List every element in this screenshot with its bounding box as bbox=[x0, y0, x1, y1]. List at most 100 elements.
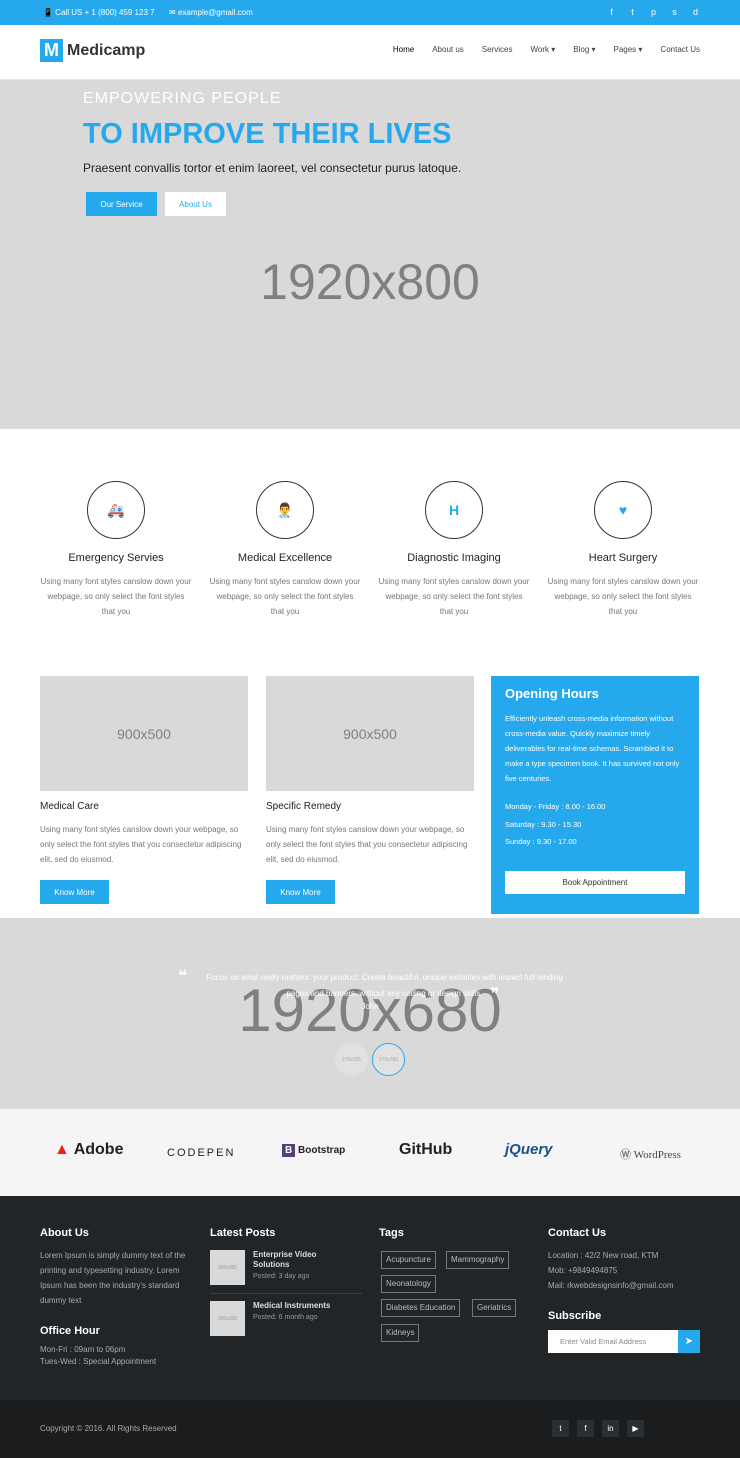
top-social-links: f t p s d bbox=[607, 6, 700, 18]
nav-home[interactable]: Home bbox=[393, 45, 414, 54]
brand-wordpress: Ⓦ WordPress bbox=[620, 1146, 681, 1162]
card-image-placeholder: 900x500 bbox=[40, 676, 248, 791]
subscribe-email-input[interactable]: Enter Valid Email Address bbox=[548, 1330, 678, 1353]
post-divider bbox=[210, 1293, 362, 1294]
footer-office-title: Office Hour bbox=[40, 1325, 100, 1337]
about-us-button[interactable]: About Us bbox=[165, 192, 226, 216]
testimonial-author: John bbox=[361, 1002, 379, 1011]
nav-about[interactable]: About us bbox=[432, 45, 464, 54]
logo-text: Medicamp bbox=[67, 41, 146, 59]
tag-link[interactable]: Geriatrics bbox=[472, 1299, 517, 1317]
hero-headline: TO IMPROVE THEIR LIVES bbox=[83, 118, 452, 150]
book-appointment-button[interactable]: Book Appointment bbox=[505, 871, 685, 894]
site-logo[interactable]: M Medicamp bbox=[40, 39, 145, 62]
feature-title: Emergency Servies bbox=[68, 552, 164, 564]
nav-work[interactable]: Work ▾ bbox=[530, 45, 555, 54]
our-service-button[interactable]: Our Service bbox=[86, 192, 157, 216]
top-bar: 📱 Call US + 1 (800) 459 123 7 ✉ example@… bbox=[0, 0, 740, 25]
feature-item: ♥ Heart Surgery Using many font styles c… bbox=[547, 481, 699, 619]
contact-location: Location : 42/2 New road, KTM bbox=[548, 1251, 659, 1260]
tag-link[interactable]: Diabetes Education bbox=[381, 1299, 461, 1317]
opening-hours-title: Opening Hours bbox=[505, 686, 599, 701]
post-thumbnail: 200x200 bbox=[210, 1301, 245, 1336]
footer-about-title: About Us bbox=[40, 1227, 89, 1239]
tag-link[interactable]: Neonatology bbox=[381, 1275, 436, 1293]
linkedin-icon[interactable]: in bbox=[602, 1420, 619, 1437]
service-card: 900x500 Medical Care Using many font sty… bbox=[40, 676, 248, 867]
main-navbar: M Medicamp Home About us Services Work ▾… bbox=[0, 25, 740, 80]
footer-contact-info: Location : 42/2 New road, KTM Mob: +9849… bbox=[548, 1248, 674, 1293]
tag-link[interactable]: Acupuncture bbox=[381, 1251, 436, 1269]
post-title[interactable]: Medical Instruments bbox=[253, 1301, 353, 1311]
contact-mail[interactable]: Mail: rkwebdesignsinfo@gmail.com bbox=[548, 1278, 674, 1293]
latest-post[interactable]: 200x200 Enterprise Video Solutions Poste… bbox=[210, 1250, 353, 1285]
feature-item: 🚑 Emergency Servies Using many font styl… bbox=[40, 481, 192, 619]
quote-close-icon: ❞ bbox=[490, 986, 500, 1003]
service-card: 900x500 Specific Remedy Using many font … bbox=[266, 676, 474, 867]
brand-label: WordPress bbox=[633, 1149, 681, 1161]
nav-services[interactable]: Services bbox=[482, 45, 513, 54]
footer-about-text: Lorem Ipsum is simply dummy text of the … bbox=[40, 1251, 186, 1305]
subscribe-form: Enter Valid Email Address ➤ bbox=[548, 1330, 700, 1353]
know-more-button[interactable]: Know More bbox=[40, 880, 109, 904]
facebook-icon[interactable]: f bbox=[607, 6, 616, 18]
bottom-social-links: t f in ▶ bbox=[552, 1420, 644, 1437]
doctor-icon: 👨‍⚕ bbox=[256, 481, 314, 539]
feature-title: Heart Surgery bbox=[588, 552, 658, 564]
bottom-bar: Copyright © 2016. All Rights Reserved t … bbox=[0, 1400, 740, 1458]
opening-hours-panel: Opening Hours Efficiently unleash cross-… bbox=[491, 676, 699, 914]
dribbble-icon[interactable]: d bbox=[691, 6, 700, 18]
card-title: Specific Remedy bbox=[266, 801, 342, 812]
schedule-weekdays: Monday - Friday : 8.00 - 16.00 bbox=[505, 802, 606, 811]
heartbeat-icon: ♥ bbox=[594, 481, 652, 539]
feature-description: Using many font styles canslow down your… bbox=[378, 577, 530, 616]
nav-menu: Home About us Services Work ▾ Blog ▾ Pag… bbox=[393, 45, 700, 54]
nav-pages[interactable]: Pages ▾ bbox=[614, 45, 643, 54]
card-title: Medical Care bbox=[40, 801, 99, 812]
feature-item: 👨‍⚕ Medical Excellence Using many font s… bbox=[209, 481, 361, 619]
brand-jquery: jQuery bbox=[505, 1141, 553, 1158]
latest-post[interactable]: 200x200 Medical Instruments Posted: 6 mo… bbox=[210, 1301, 353, 1336]
email-link[interactable]: ✉ example@gmail.com bbox=[169, 8, 253, 17]
nav-blog[interactable]: Blog ▾ bbox=[573, 45, 595, 54]
youtube-icon[interactable]: ▶ bbox=[627, 1420, 644, 1437]
testimonial-avatar[interactable]: 270x285 bbox=[335, 1043, 368, 1076]
send-icon[interactable]: ➤ bbox=[678, 1330, 700, 1353]
phone-number[interactable]: 📱 Call US + 1 (800) 459 123 7 bbox=[43, 8, 155, 17]
feature-title: Diagnostic Imaging bbox=[407, 552, 501, 564]
hospital-icon: H bbox=[425, 481, 483, 539]
post-date: Posted: 6 month ago bbox=[253, 1314, 318, 1321]
opening-hours-description: Efficiently unleash cross-media informat… bbox=[505, 714, 680, 783]
footer-contact-title: Contact Us bbox=[548, 1227, 607, 1239]
tag-link[interactable]: Mammography bbox=[446, 1251, 510, 1269]
copyright-text: Copyright © 2016. All Rights Reserved bbox=[40, 1424, 177, 1433]
brand-bootstrap: B Bootstrap bbox=[282, 1144, 346, 1157]
contact-mobile: Mob: +9849494875 bbox=[548, 1266, 618, 1275]
card-image-placeholder: 900x500 bbox=[266, 676, 474, 791]
testimonial-quote: Focus on what really matters: your produ… bbox=[206, 973, 563, 998]
brand-github: GitHub bbox=[399, 1141, 453, 1158]
tag-link[interactable]: Kidneys bbox=[381, 1324, 420, 1342]
facebook-icon[interactable]: f bbox=[577, 1420, 594, 1437]
opening-schedule: Monday - Friday : 8.00 - 16.00 Saturday … bbox=[505, 798, 685, 851]
card-description: Using many font styles canslow down your… bbox=[40, 825, 242, 864]
nav-contact[interactable]: Contact Us bbox=[660, 45, 700, 54]
pinterest-icon[interactable]: p bbox=[649, 6, 658, 18]
twitter-icon[interactable]: t bbox=[552, 1420, 569, 1437]
know-more-button[interactable]: Know More bbox=[266, 880, 335, 904]
testimonial-section: 1920x680 ❝ Focus on what really matters:… bbox=[0, 918, 740, 1109]
brand-label: Adobe bbox=[73, 1141, 124, 1158]
feature-item: H Diagnostic Imaging Using many font sty… bbox=[378, 481, 530, 619]
bootstrap-icon: B bbox=[282, 1144, 296, 1157]
twitter-icon[interactable]: t bbox=[628, 6, 637, 18]
brand-codepen: CODEPEN bbox=[167, 1147, 236, 1159]
brand-logos: ▲ Adobe CODEPEN B Bootstrap GitHub jQuer… bbox=[0, 1109, 740, 1196]
post-title[interactable]: Enterprise Video Solutions bbox=[253, 1250, 353, 1270]
feature-description: Using many font styles canslow down your… bbox=[209, 577, 361, 616]
office-hours-line: Tues-Wed : Special Appointment bbox=[40, 1357, 157, 1366]
brand-label: Bootstrap bbox=[298, 1145, 346, 1156]
schedule-saturday: Saturday : 9.30 - 15.30 bbox=[505, 819, 582, 829]
hero-banner: EMPOWERING PEOPLE TO IMPROVE THEIR LIVES… bbox=[0, 80, 740, 429]
skype-icon[interactable]: s bbox=[670, 6, 679, 18]
testimonial-avatar-active[interactable]: 270x285 bbox=[372, 1043, 405, 1076]
